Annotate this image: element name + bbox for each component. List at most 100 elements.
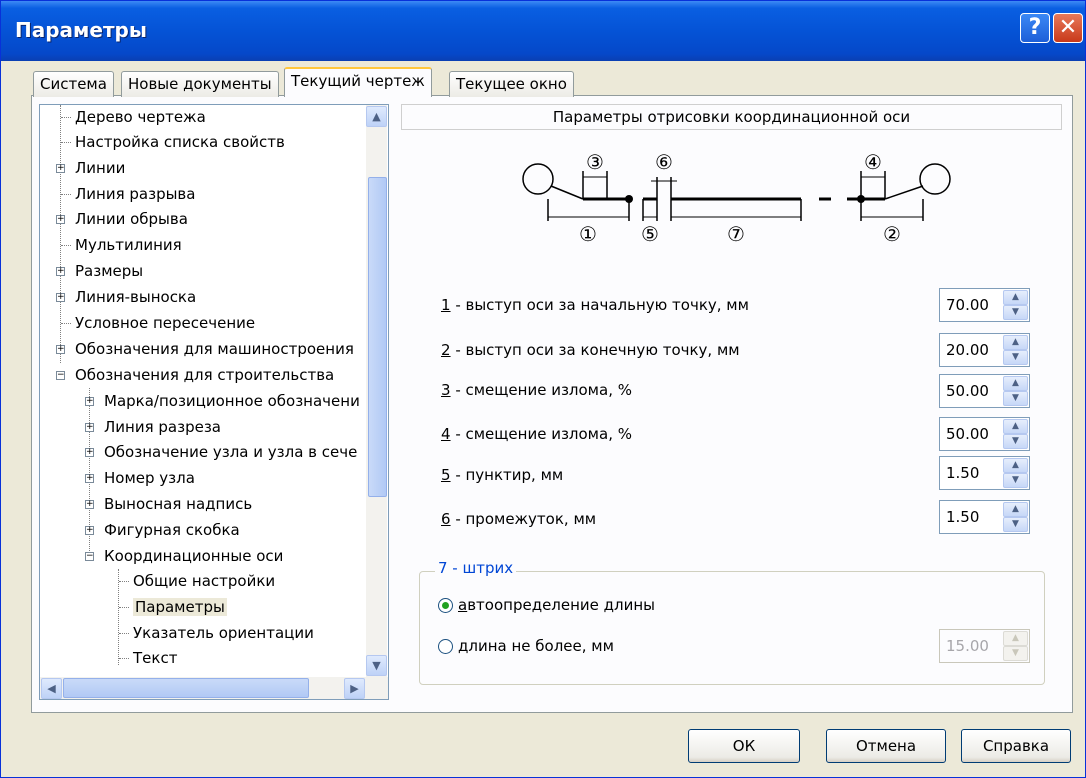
- marker-2: ②: [883, 222, 901, 246]
- tree-item-callout[interactable]: + Выносная надпись: [83, 492, 252, 516]
- param-3-value[interactable]: 50.00: [946, 375, 989, 407]
- param-6-stepper[interactable]: 1.50 ▲ ▼: [939, 500, 1030, 534]
- tree-item-lines[interactable]: + Линии: [54, 156, 125, 180]
- radio-auto-length[interactable]: [438, 598, 453, 613]
- tab-new-documents[interactable]: Новые документы: [121, 71, 279, 97]
- scroll-down-icon[interactable]: ▼: [366, 655, 387, 676]
- expand-icon[interactable]: +: [85, 526, 94, 535]
- mnemonic-letter: а: [458, 596, 468, 614]
- tree-item-mark[interactable]: + Марка/позиционное обозначени: [83, 389, 360, 413]
- collapse-icon[interactable]: −: [56, 371, 65, 380]
- help-button[interactable]: Справка: [961, 729, 1071, 763]
- tree-item-construction-symbols[interactable]: − Обозначения для строительства: [54, 363, 334, 387]
- expand-icon[interactable]: +: [85, 474, 94, 483]
- tree-item-orientation[interactable]: Указатель ориентации: [119, 621, 314, 645]
- tree-connector: [119, 633, 129, 634]
- marker-6: ⑥: [655, 150, 673, 174]
- tree-item-node-symbol[interactable]: + Обозначение узла и узла в сече: [83, 440, 357, 464]
- spin-up-icon[interactable]: ▲: [1003, 376, 1028, 391]
- tree-item-node-number[interactable]: + Номер узла: [83, 466, 195, 490]
- tree-item-dimensions[interactable]: + Размеры: [54, 259, 143, 283]
- tree-item-section-line[interactable]: + Линия разреза: [83, 415, 221, 439]
- tree-item-mech-symbols[interactable]: + Обозначения для машиностроения: [54, 337, 354, 361]
- param-text: - выступ оси за конечную точку, мм: [450, 341, 740, 359]
- param-4-stepper[interactable]: 50.00 ▲ ▼: [939, 417, 1030, 451]
- spin-up-icon[interactable]: ▲: [1003, 458, 1028, 473]
- tab-current-window[interactable]: Текущее окно: [449, 71, 574, 97]
- scroll-left-icon[interactable]: ◀: [41, 678, 62, 699]
- tree-item-intersection[interactable]: Условное пересечение: [61, 311, 255, 335]
- spin-up-icon[interactable]: ▲: [1003, 335, 1028, 350]
- help-icon[interactable]: ?: [1020, 13, 1050, 43]
- tree-item-label: Условное пересечение: [75, 314, 256, 332]
- scroll-right-icon[interactable]: ▶: [344, 678, 365, 699]
- close-icon[interactable]: ✕: [1053, 13, 1083, 43]
- expand-icon[interactable]: +: [56, 164, 65, 173]
- tree-item-leader[interactable]: + Линия-выноска: [54, 285, 196, 309]
- tree-hscroll-thumb[interactable]: [63, 678, 309, 698]
- tree-scroll-thumb[interactable]: [368, 177, 387, 497]
- scroll-up-icon[interactable]: ▲: [366, 106, 387, 127]
- spin-down-icon[interactable]: ▼: [1003, 473, 1028, 488]
- expand-icon[interactable]: +: [56, 267, 65, 276]
- tree-item-label: Общие настройки: [133, 572, 276, 590]
- param-2-value[interactable]: 20.00: [946, 334, 989, 366]
- expand-icon[interactable]: +: [85, 448, 94, 457]
- settings-tree[interactable]: Дерево чертежа Настройка списка свойств …: [39, 104, 389, 700]
- ok-button[interactable]: ОК: [688, 729, 800, 763]
- param-5-stepper[interactable]: 1.50 ▲ ▼: [939, 456, 1030, 490]
- param-3-stepper[interactable]: 50.00 ▲ ▼: [939, 374, 1030, 408]
- tree-item-property-list[interactable]: Настройка списка свойств: [61, 130, 285, 154]
- marker-4: ④: [864, 150, 882, 174]
- radio-auto-length-label[interactable]: автоопределение длины: [458, 593, 655, 617]
- tree-connector: [61, 245, 71, 246]
- param-1-stepper[interactable]: 70.00 ▲ ▼: [939, 288, 1030, 322]
- tree-item-multiline[interactable]: Мультилиния: [61, 233, 182, 257]
- tree-connector: [61, 194, 71, 195]
- tree-item-brace[interactable]: + Фигурная скобка: [83, 518, 240, 542]
- spin-down-icon[interactable]: ▼: [1003, 517, 1028, 532]
- tree-item-general[interactable]: Общие настройки: [119, 569, 275, 593]
- spin-up-icon[interactable]: ▲: [1003, 290, 1028, 305]
- tree-connector: [119, 607, 129, 608]
- expand-icon[interactable]: +: [85, 397, 94, 406]
- section-title: Параметры отрисовки координационной оси: [401, 104, 1062, 130]
- tree-item-cut-lines[interactable]: + Линии обрыва: [54, 207, 188, 231]
- tree-item-parameters[interactable]: Параметры: [119, 595, 227, 619]
- spin-up-icon[interactable]: ▲: [1003, 419, 1028, 434]
- collapse-icon[interactable]: −: [85, 552, 94, 561]
- expand-icon[interactable]: +: [56, 215, 65, 224]
- spin-up-icon[interactable]: ▲: [1003, 502, 1028, 517]
- tab-system[interactable]: Система: [33, 71, 114, 97]
- expand-icon[interactable]: +: [56, 293, 65, 302]
- spin-down-icon[interactable]: ▼: [1003, 391, 1028, 406]
- tree-item-label: Марка/позиционное обозначени: [104, 392, 360, 410]
- expand-icon[interactable]: +: [85, 423, 94, 432]
- param-text: - промежуток, мм: [450, 510, 597, 528]
- param-5-value[interactable]: 1.50: [946, 457, 979, 489]
- expand-icon[interactable]: +: [56, 345, 65, 354]
- tab-current-drawing[interactable]: Текущий чертеж: [284, 67, 432, 97]
- tree-item-label: Обозначение узла и узла в сече: [104, 443, 358, 461]
- param-number: 6: [441, 510, 451, 528]
- tree-item-coordination-axes[interactable]: − Координационные оси: [83, 544, 283, 568]
- cancel-button[interactable]: Отмена: [826, 729, 946, 763]
- expand-icon[interactable]: +: [85, 500, 94, 509]
- marker-1: ①: [579, 222, 597, 246]
- tree-item-text[interactable]: Текст: [119, 646, 177, 670]
- radio-max-length[interactable]: [438, 639, 453, 654]
- tree-item-label: Выносная надпись: [104, 495, 253, 513]
- param-6-value[interactable]: 1.50: [946, 501, 979, 533]
- param-4-value[interactable]: 50.00: [946, 418, 989, 450]
- param-1-value[interactable]: 70.00: [946, 289, 989, 321]
- tree-item-break-line[interactable]: Линия разрыва: [61, 182, 195, 206]
- spin-down-icon[interactable]: ▼: [1003, 434, 1028, 449]
- tree-item-label: Фигурная скобка: [104, 521, 240, 539]
- spin-down-icon[interactable]: ▼: [1003, 350, 1028, 365]
- title-bar[interactable]: Параметры ? ✕: [1, 1, 1085, 61]
- tree-item-drawing-tree[interactable]: Дерево чертежа: [61, 105, 206, 129]
- spin-down-icon[interactable]: ▼: [1003, 305, 1028, 320]
- radio-max-length-label[interactable]: длина не более, мм: [458, 634, 614, 658]
- param-label-4: 4 - смещение излома, %: [441, 422, 632, 446]
- param-2-stepper[interactable]: 20.00 ▲ ▼: [939, 333, 1030, 367]
